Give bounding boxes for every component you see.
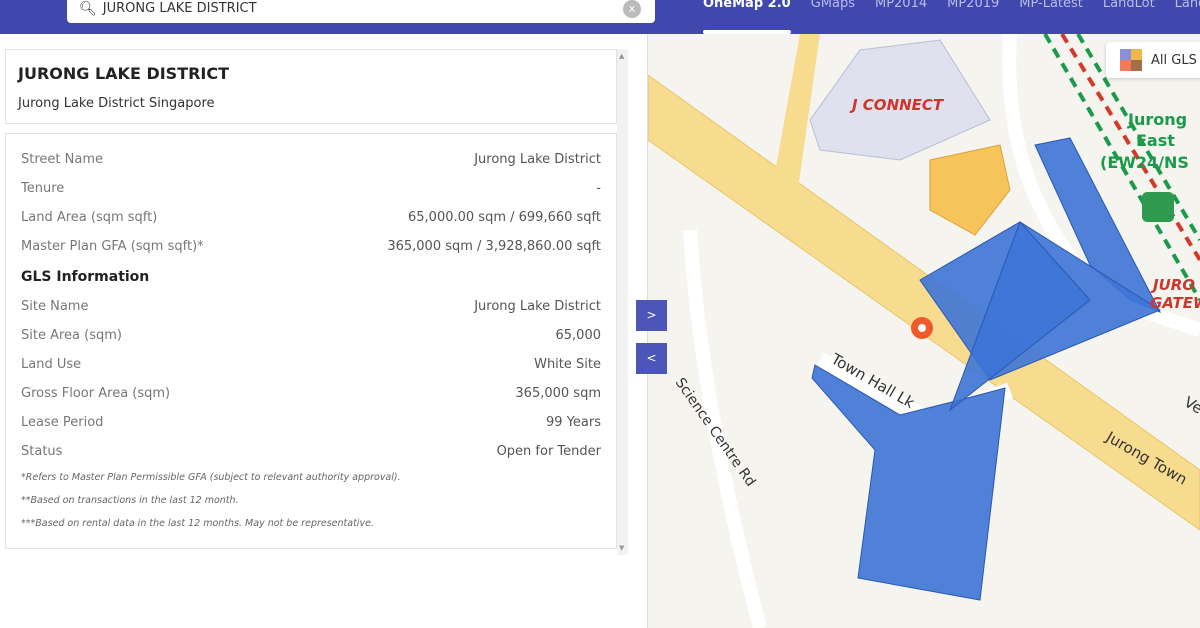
all-gls-layer-button[interactable]: All GLS: [1106, 42, 1200, 78]
gls-heading: GLS Information: [21, 269, 150, 285]
map-label-building: J CONNECT: [849, 96, 945, 114]
row-value: Jurong Lake District: [474, 299, 601, 314]
info-card: Street Name Jurong Lake District Tenure - …: [5, 133, 617, 549]
gls-row: Site Area (sqm) 65,000: [21, 328, 601, 343]
row-label: Master Plan GFA (sqm sqft)*: [21, 239, 204, 254]
location-card: JURONG LAKE DISTRICT Jurong Lake Distric…: [5, 49, 617, 124]
clear-search-button[interactable]: x: [623, 0, 641, 18]
train-station-icon: [1142, 192, 1174, 222]
row-label: Lease Period: [21, 415, 104, 430]
detail-row: Street Name Jurong Lake District: [21, 152, 601, 167]
search-value: JURONG LAKE DISTRICT: [102, 1, 257, 16]
row-value: 65,000.00 sqm / 699,660 sqft: [408, 210, 601, 225]
panel-scrollbar[interactable]: ▲ ▼: [617, 49, 628, 555]
footnote: **Based on transactions in the last 12 m…: [21, 495, 239, 506]
scroll-up-icon[interactable]: ▲: [619, 52, 624, 60]
row-value: Jurong Lake District: [474, 152, 601, 167]
location-title: JURONG LAKE DISTRICT: [18, 64, 230, 83]
row-label: Site Area (sqm): [21, 328, 122, 343]
row-label: Status: [21, 444, 63, 459]
row-value: 365,000 sqm / 3,928,860.00 sqft: [387, 239, 601, 254]
row-label: Land Use: [21, 357, 82, 372]
row-label: Gross Floor Area (sqm): [21, 386, 171, 401]
gls-row: Land Use White Site: [21, 357, 601, 372]
scroll-down-icon[interactable]: ▼: [619, 544, 624, 552]
row-value: 99 Years: [546, 415, 601, 430]
footnote: ***Based on rental data in the last 12 m…: [21, 518, 374, 529]
map-label-station: (EW24/NS: [1100, 153, 1189, 172]
tab-gmaps[interactable]: GMaps: [811, 0, 855, 11]
row-label: Land Area (sqm sqft): [21, 210, 158, 225]
row-label: Tenure: [21, 181, 65, 196]
map-label-station2: JURO: [1150, 276, 1195, 294]
map-label-station: Jurong: [1127, 110, 1187, 129]
detail-row: Land Area (sqm sqft) 65,000.00 sqm / 699,…: [21, 210, 601, 225]
details-panel: JURONG LAKE DISTRICT Jurong Lake Distric…: [0, 34, 648, 628]
map-label-station: East: [1136, 131, 1175, 150]
tab-mp2014[interactable]: MP2014: [875, 0, 927, 11]
gls-row: Site Name Jurong Lake District: [21, 299, 601, 314]
tab-mp2019[interactable]: MP2019: [947, 0, 999, 11]
row-label: Street Name: [21, 152, 103, 167]
row-value: White Site: [534, 357, 601, 372]
detail-row: Master Plan GFA (sqm sqft)* 365,000 sqm /…: [21, 239, 601, 254]
gls-row: Lease Period 99 Years: [21, 415, 601, 430]
collapse-panel-button[interactable]: <: [636, 343, 667, 374]
tab-landlot[interactable]: LandLot: [1103, 0, 1155, 11]
row-value: -: [596, 181, 601, 196]
top-bar: 🔍︎ JURONG LAKE DISTRICT x OneMap 2.0 GMa…: [0, 0, 1200, 34]
search-input[interactable]: 🔍︎ JURONG LAKE DISTRICT x: [67, 0, 655, 23]
tab-onemap[interactable]: OneMap 2.0: [703, 0, 791, 34]
row-value: 365,000 sqm: [515, 386, 601, 401]
row-value: Open for Tender: [496, 444, 601, 459]
layer-label: All GLS: [1151, 52, 1197, 68]
map-label-station2: GATEW: [1150, 294, 1200, 312]
row-value: 65,000: [555, 328, 602, 343]
expand-panel-button[interactable]: >: [636, 300, 667, 331]
gls-row: Status Open for Tender: [21, 444, 601, 459]
gls-row: Gross Floor Area (sqm) 365,000 sqm: [21, 386, 601, 401]
row-label: Site Name: [21, 299, 89, 314]
search-icon: 🔍︎: [79, 0, 97, 17]
footnote: *Refers to Master Plan Permissible GFA (…: [21, 472, 401, 483]
layers-icon: [1120, 49, 1142, 71]
location-subtitle: Jurong Lake District Singapore: [18, 96, 215, 111]
detail-row: Tenure -: [21, 181, 601, 196]
tab-mp-latest[interactable]: MP-Latest: [1019, 0, 1083, 11]
tab-land[interactable]: Land: [1175, 0, 1200, 11]
